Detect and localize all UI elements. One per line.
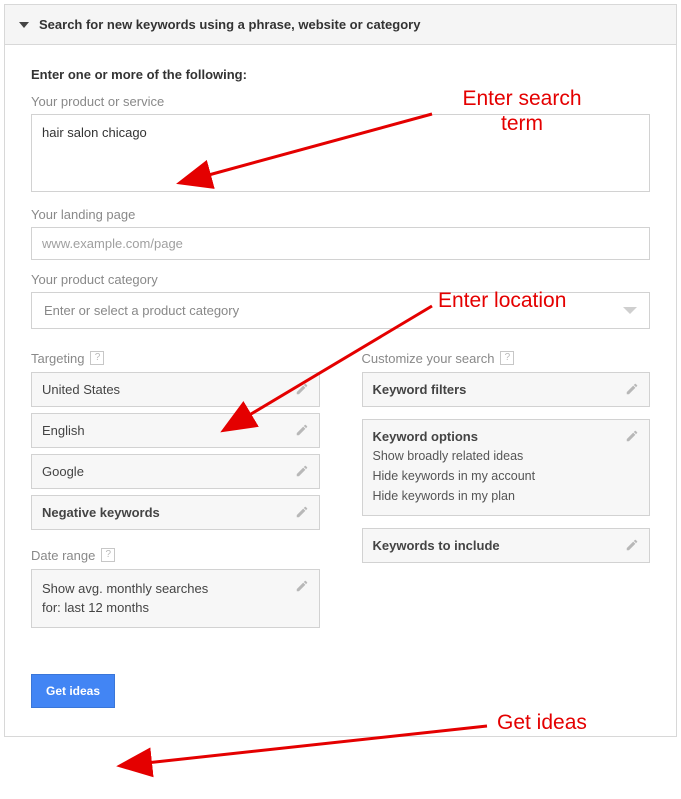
product-label: Your product or service xyxy=(31,94,650,109)
option-line: Hide keywords in my account xyxy=(373,466,536,486)
keywords-to-include[interactable]: Keywords to include xyxy=(362,528,651,563)
targeting-column: Targeting ? United States English Google… xyxy=(31,351,320,634)
landing-page-input[interactable] xyxy=(31,227,650,260)
targeting-label: Targeting xyxy=(31,351,84,366)
pencil-icon xyxy=(625,382,639,396)
pencil-icon xyxy=(295,423,309,437)
targeting-network[interactable]: Google xyxy=(31,454,320,489)
pencil-icon xyxy=(295,464,309,478)
pencil-icon xyxy=(295,505,309,519)
keyword-planner-panel: Search for new keywords using a phrase, … xyxy=(4,4,677,737)
option-line: Show broadly related ideas xyxy=(373,446,536,466)
get-ideas-button[interactable]: Get ideas xyxy=(31,674,115,708)
help-icon[interactable]: ? xyxy=(90,351,104,365)
keyword-options-title: Keyword options xyxy=(373,429,536,444)
landing-label: Your landing page xyxy=(31,207,650,222)
daterange-box[interactable]: Show avg. monthly searches for: last 12 … xyxy=(31,569,320,628)
section-body: Enter one or more of the following: Your… xyxy=(5,45,676,736)
category-select[interactable]: Enter or select a product category xyxy=(31,292,650,329)
customize-label: Customize your search xyxy=(362,351,495,366)
customize-column: Customize your search ? Keyword filters … xyxy=(362,351,651,634)
keyword-filters-label: Keyword filters xyxy=(373,382,467,397)
option-line: Hide keywords in my plan xyxy=(373,486,536,506)
keyword-options-lines: Show broadly related ideas Hide keywords… xyxy=(373,446,536,506)
triangle-down-icon xyxy=(19,22,29,28)
daterange-line2: for: last 12 months xyxy=(42,600,149,615)
targeting-network-value: Google xyxy=(42,464,84,479)
help-icon[interactable]: ? xyxy=(500,351,514,365)
pencil-icon xyxy=(625,538,639,552)
targeting-language-value: English xyxy=(42,423,85,438)
targeting-location[interactable]: United States xyxy=(31,372,320,407)
pencil-icon xyxy=(625,429,639,443)
keyword-filters[interactable]: Keyword filters xyxy=(362,372,651,407)
keywords-to-include-label: Keywords to include xyxy=(373,538,500,553)
targeting-negative[interactable]: Negative keywords xyxy=(31,495,320,530)
section-toggle[interactable]: Search for new keywords using a phrase, … xyxy=(5,5,676,45)
keyword-options[interactable]: Keyword options Show broadly related ide… xyxy=(362,419,651,516)
targeting-negative-value: Negative keywords xyxy=(42,505,160,520)
category-select-placeholder: Enter or select a product category xyxy=(44,303,239,318)
section-title: Search for new keywords using a phrase, … xyxy=(39,17,420,32)
product-input[interactable] xyxy=(31,114,650,192)
daterange-label: Date range xyxy=(31,548,95,563)
daterange-line1: Show avg. monthly searches xyxy=(42,581,208,596)
help-icon[interactable]: ? xyxy=(101,548,115,562)
intro-text: Enter one or more of the following: xyxy=(31,67,650,82)
category-label: Your product category xyxy=(31,272,650,287)
chevron-down-icon xyxy=(623,307,637,314)
pencil-icon xyxy=(295,382,309,396)
targeting-language[interactable]: English xyxy=(31,413,320,448)
targeting-location-value: United States xyxy=(42,382,120,397)
pencil-icon xyxy=(295,579,309,593)
